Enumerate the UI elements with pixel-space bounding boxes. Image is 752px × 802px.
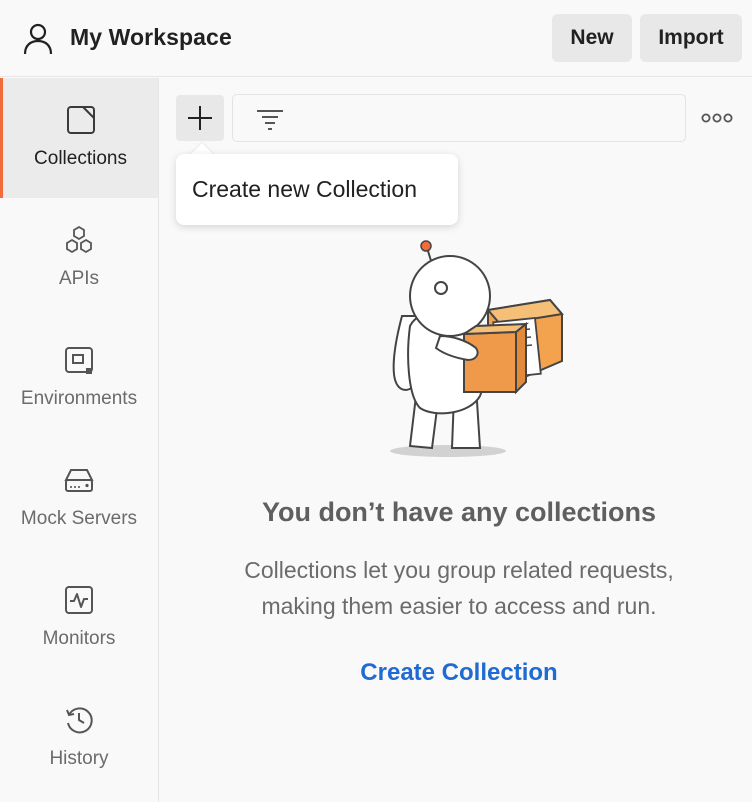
sidebar-item-label: Monitors	[42, 628, 116, 649]
monitors-icon	[65, 586, 93, 614]
sidebar-item-label: Collections	[34, 148, 127, 169]
header-bar: My Workspace New Import	[0, 0, 752, 77]
sidebar-item-environments[interactable]: Environments	[0, 318, 158, 438]
create-collection-plus-button[interactable]	[176, 95, 224, 141]
sidebar-item-label: History	[49, 748, 109, 769]
astronaut-with-box-illustration	[390, 240, 564, 457]
sidebar-item-mock-servers[interactable]: Mock Servers	[0, 438, 158, 558]
filter-search-input[interactable]	[232, 94, 686, 142]
sidebar-item-monitors[interactable]: Monitors	[0, 558, 158, 678]
sidebar-item-apis[interactable]: APIs	[0, 198, 158, 318]
mock-servers-icon	[64, 469, 94, 492]
environments-icon	[65, 347, 93, 374]
sidebar-item-label: APIs	[58, 268, 100, 289]
plus-icon	[188, 106, 212, 130]
sidebar-item-label: Mock Servers	[20, 508, 138, 529]
create-collection-link[interactable]: Create Collection	[160, 659, 752, 687]
import-button[interactable]: Import	[640, 14, 742, 62]
more-options-icon[interactable]	[700, 108, 734, 128]
filter-icon	[257, 110, 283, 130]
sidebar-item-collections[interactable]: Collections	[0, 78, 158, 198]
sidebar-item-label: Environments	[20, 388, 138, 409]
tooltip-text: Create new Collection	[192, 176, 418, 202]
empty-state-description-line: making them easier to access and run.	[261, 593, 657, 619]
new-button[interactable]: New	[552, 14, 632, 62]
collections-icon	[66, 106, 95, 134]
tooltip: Create new Collection	[176, 154, 458, 225]
empty-state-title: You don’t have any collections	[261, 497, 657, 527]
history-icon	[66, 707, 93, 734]
empty-state-description-line: Collections let you group related reques…	[244, 557, 674, 583]
sidebar-item-history[interactable]: History	[0, 678, 158, 798]
empty-state-description: Collections let you group related reques…	[160, 552, 752, 624]
sidebar: Collections APIs Environments Mock Serve…	[0, 78, 159, 802]
workspace-title[interactable]: My Workspace	[70, 24, 232, 51]
apis-icon	[66, 225, 92, 254]
user-icon	[23, 23, 53, 55]
